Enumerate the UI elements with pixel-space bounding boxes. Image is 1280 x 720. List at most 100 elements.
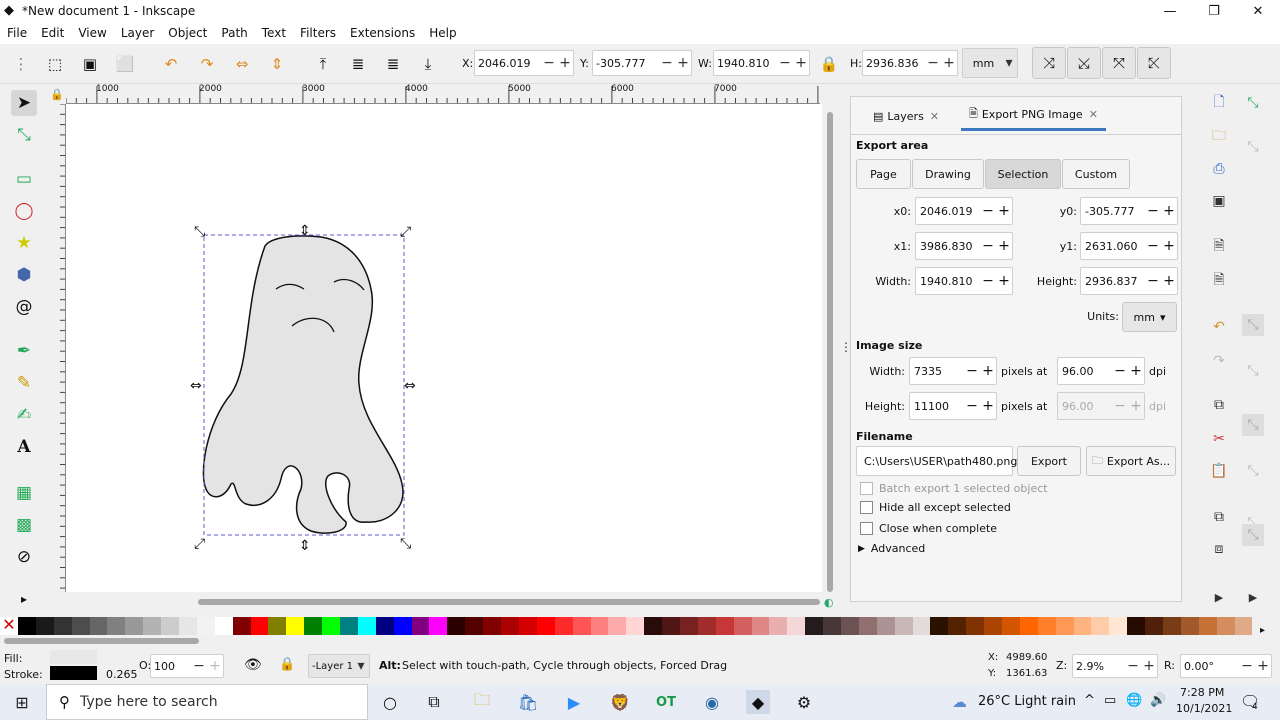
y-spinbox[interactable]: -305.777 − +	[592, 50, 692, 76]
area-page-button[interactable]: Page	[856, 159, 911, 189]
dock-handle-icon[interactable]: ⋮	[840, 340, 852, 360]
rotate-value[interactable]: 0.00°	[1181, 660, 1239, 673]
lock-icon[interactable]: 🔒	[279, 657, 295, 672]
menu-help[interactable]: Help	[422, 26, 463, 40]
deselect-icon[interactable]: ⬜	[114, 53, 136, 75]
paste-icon[interactable]: 📋	[1208, 460, 1230, 482]
export-as-button[interactable]: 🗀 Export As...	[1086, 446, 1176, 476]
color-manage-icon[interactable]: ◐	[824, 596, 838, 610]
more-snap-icon[interactable]: ▶	[1242, 586, 1264, 608]
y0-field[interactable]: -305.777− +	[1080, 197, 1178, 225]
x1-value[interactable]: 3986.830	[916, 240, 980, 253]
palette-swatch[interactable]	[733, 617, 752, 635]
plus-icon[interactable]: +	[980, 363, 996, 379]
minus-icon[interactable]: −	[964, 398, 980, 414]
palette-swatch[interactable]	[769, 617, 788, 635]
browser-icon[interactable]: ◉	[700, 690, 724, 714]
flip-horizontal-icon[interactable]: ⇔	[231, 53, 253, 75]
ghost-shape[interactable]	[202, 235, 404, 534]
dpi-field[interactable]: 96.00− +	[1057, 357, 1145, 385]
clock-time[interactable]: 7:28 PM	[1180, 686, 1224, 699]
opacity-value[interactable]: 100	[151, 660, 191, 673]
eye-icon[interactable]: 👁	[244, 657, 262, 673]
height-spinbox[interactable]: 2936.836 − +	[862, 50, 958, 76]
minus-icon[interactable]: −	[964, 363, 980, 379]
filename-value[interactable]: C:\Users\USER\path480.png	[857, 455, 1017, 468]
palette-swatch[interactable]	[304, 617, 323, 635]
3d-box-tool-icon[interactable]: ⬢	[11, 262, 37, 288]
import-icon[interactable]: 🗎	[1208, 236, 1230, 258]
palette-swatch[interactable]	[1055, 617, 1074, 635]
zoom-app-icon[interactable]: ▶	[562, 690, 586, 714]
palette-swatch[interactable]	[1180, 617, 1199, 635]
minus-icon[interactable]: −	[541, 55, 557, 71]
menu-extensions[interactable]: Extensions	[343, 26, 422, 40]
palette-swatch[interactable]	[662, 617, 680, 635]
y0-value[interactable]: -305.777	[1081, 205, 1145, 218]
x-value[interactable]: 2046.019	[475, 57, 541, 70]
save-icon[interactable]: ▣	[1208, 190, 1230, 212]
palette-menu-icon[interactable]: ▸	[1260, 625, 1265, 636]
palette-swatch[interactable]	[984, 617, 1002, 635]
palette-swatch[interactable]	[447, 617, 466, 635]
no-paint-swatch[interactable]: ✕	[0, 617, 18, 635]
palette-swatch[interactable]	[751, 617, 770, 635]
minus-icon[interactable]: −	[1145, 273, 1161, 289]
palette-swatch[interactable]	[107, 617, 126, 635]
palette-swatch[interactable]	[644, 617, 663, 635]
palette-swatch[interactable]	[930, 617, 949, 635]
palette-swatch[interactable]	[196, 617, 215, 635]
print-icon[interactable]: ⎙	[1208, 158, 1230, 180]
lower-icon[interactable]: ≣	[382, 53, 404, 75]
language-icon[interactable]: 🌐	[1126, 693, 1142, 708]
palette-swatch[interactable]	[322, 617, 341, 635]
minus-icon[interactable]: −	[1145, 238, 1161, 254]
minus-icon[interactable]: −	[777, 55, 793, 71]
height-value[interactable]: 2936.837	[1081, 275, 1145, 288]
palette-swatch[interactable]	[411, 617, 430, 635]
palette-swatch[interactable]	[590, 617, 609, 635]
plus-icon[interactable]: +	[1141, 658, 1157, 674]
vertical-scroll-thumb[interactable]	[827, 112, 833, 592]
palette-swatch[interactable]	[912, 617, 931, 635]
handle-e[interactable]: ⇔	[404, 378, 416, 394]
undo-icon[interactable]: ↶	[1208, 316, 1230, 338]
palette-swatch[interactable]	[375, 617, 394, 635]
lock-guides-icon[interactable]: 🔒	[48, 84, 66, 104]
select-all-icon[interactable]: ⬚	[44, 53, 66, 75]
menu-path[interactable]: Path	[214, 26, 254, 40]
close-tab-icon[interactable]: ✕	[930, 110, 939, 123]
plus-icon[interactable]: +	[1255, 658, 1271, 674]
plus-icon[interactable]: +	[675, 55, 691, 71]
width-value[interactable]: 1940.810	[916, 275, 980, 288]
y1-field[interactable]: 2631.060− +	[1080, 232, 1178, 260]
dpi-value[interactable]: 96.00	[1058, 365, 1112, 378]
image-width-field[interactable]: 7335− +	[909, 357, 997, 385]
star-tool-icon[interactable]: ★	[11, 230, 37, 256]
volume-icon[interactable]: 🔊	[1150, 693, 1166, 708]
zoom-value[interactable]: 2.9%	[1073, 660, 1125, 673]
palette-swatch[interactable]	[536, 617, 555, 635]
handle-n[interactable]: ⇕	[299, 223, 311, 239]
palette-swatch[interactable]	[1037, 617, 1056, 635]
palette-swatch[interactable]	[715, 617, 734, 635]
calligraphy-tool-icon[interactable]: ✍	[11, 402, 37, 428]
minus-icon[interactable]: −	[659, 55, 675, 71]
palette-swatch[interactable]	[232, 617, 251, 635]
chevron-up-icon[interactable]: ^	[1084, 693, 1095, 708]
palette-swatch[interactable]	[18, 617, 36, 635]
plus-icon[interactable]: +	[793, 55, 809, 71]
plus-icon[interactable]: +	[980, 398, 996, 414]
plus-icon[interactable]: +	[207, 658, 223, 674]
windows-start-icon[interactable]: ⊞	[10, 690, 34, 714]
layer-dropdown[interactable]: -Layer 1 ▾	[308, 654, 370, 678]
menu-file[interactable]: File	[0, 26, 34, 40]
palette-swatch[interactable]	[268, 617, 287, 635]
store-icon[interactable]: 🛍	[516, 690, 540, 714]
more-tools-icon[interactable]: ▸	[11, 586, 37, 612]
tab-layers[interactable]: ▤ Layers ✕	[865, 101, 947, 131]
palette-swatch[interactable]	[1145, 617, 1163, 635]
palette-swatch[interactable]	[1216, 617, 1235, 635]
palette-swatch[interactable]	[1127, 617, 1146, 635]
clock-date[interactable]: 10/1/2021	[1176, 702, 1232, 715]
